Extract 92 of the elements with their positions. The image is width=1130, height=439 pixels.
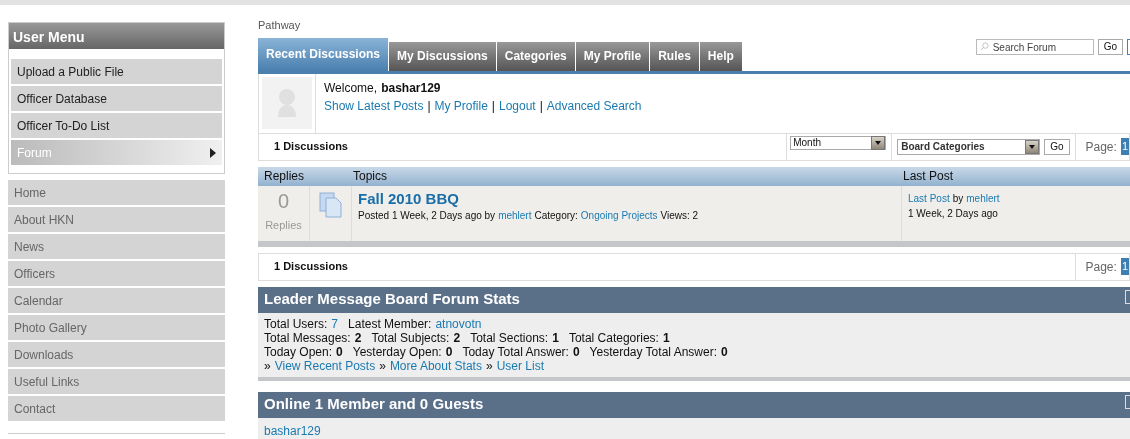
page-button[interactable]: 1 [1120, 138, 1129, 155]
member-link[interactable]: bashar129 [264, 421, 321, 439]
stats-link[interactable]: User List [496, 358, 544, 373]
dropdown-caret-icon [871, 135, 886, 150]
user-menu-item[interactable]: Upload a Public File [11, 59, 222, 84]
category-label: Category: [534, 209, 578, 224]
by-text: by [952, 191, 964, 206]
author-link[interactable]: mehlert [498, 208, 532, 224]
views-text: Views: 2 [660, 209, 699, 224]
user-menu-item[interactable]: Officer Database [11, 86, 222, 111]
user-menu-title: User Menu [9, 23, 224, 49]
column-header: Topics [353, 168, 388, 185]
last-post-link[interactable]: Last Post [908, 190, 950, 206]
reply-count: 0 [277, 190, 290, 211]
tab[interactable]: Help [699, 41, 742, 71]
tab[interactable]: My Discussions [389, 41, 496, 71]
stat-label: Total Sections: [470, 330, 549, 345]
separator: | [427, 97, 431, 115]
user-link[interactable]: Show Latest Posts [324, 96, 424, 115]
stat-value: 0 [721, 344, 728, 359]
breadcrumb: Pathway [258, 18, 302, 33]
nav-item[interactable]: Officers [8, 261, 225, 286]
nav-item[interactable]: Calendar [8, 288, 225, 313]
stat-label: Latest Member: [348, 316, 432, 331]
stat-label: Today Total Answer: [462, 344, 569, 359]
tab[interactable]: Categories [496, 41, 575, 71]
topic-title[interactable]: Fall 2010 BBQ [358, 189, 901, 209]
link-bullet: » [379, 358, 386, 373]
user-link[interactable]: Logout [499, 96, 536, 115]
page-button[interactable]: 1 [1120, 258, 1129, 275]
collapse-icon[interactable] [1125, 289, 1130, 304]
welcome-text: Welcome, [324, 79, 378, 97]
input-edge [1127, 38, 1130, 55]
username: bashar129 [381, 79, 441, 97]
stat-link[interactable]: atnovotn [435, 316, 482, 331]
page-label: Page: [1085, 138, 1117, 156]
user-link[interactable]: Advanced Search [546, 96, 642, 115]
nav-item[interactable]: About HKN [8, 207, 225, 232]
nav-item[interactable]: Contact [8, 396, 225, 421]
stat-value: 1 [552, 330, 559, 345]
stats-title: Leader Message Board Forum Stats [264, 289, 520, 310]
user-menu-item[interactable]: Officer To-Do List [11, 113, 222, 138]
nav-item[interactable]: News [8, 234, 225, 259]
stats-link[interactable]: More About Stats [389, 358, 482, 373]
column-header: Last Post [903, 168, 954, 185]
collapse-icon[interactable] [1125, 394, 1130, 409]
right-arrow-icon [210, 147, 216, 158]
last-post-time: 1 Week, 2 Days ago [908, 206, 999, 221]
stat-label: Yesterday Total Answer: [589, 344, 717, 359]
author-link[interactable]: mehlert [966, 190, 1000, 206]
documents-icon [318, 191, 343, 218]
posted-text: Posted 1 Week, 2 Days ago by [358, 209, 496, 224]
stat-label: Yesterday Open: [352, 344, 442, 359]
stat-label: Total Categories: [568, 330, 659, 345]
discussion-count: 1 Discussions [273, 259, 349, 275]
column-header: Replies [263, 168, 306, 185]
nav-item[interactable]: Photo Gallery [8, 315, 225, 340]
stat-value: 0 [445, 344, 453, 359]
stat-value: 0 [336, 344, 343, 359]
separator: | [491, 97, 495, 115]
stat-link[interactable]: 7 [331, 316, 339, 331]
search-icon [979, 41, 989, 51]
nav-item[interactable]: Downloads [8, 342, 225, 367]
stat-label: Total Users: [264, 316, 328, 331]
search-go-button[interactable]: Go [1097, 38, 1123, 55]
stat-value: 2 [354, 330, 362, 345]
separator: | [539, 97, 543, 115]
online-title: Online 1 Member and 0 Guests [264, 394, 484, 415]
stat-value: 0 [572, 344, 580, 359]
stat-label: Today Open: [264, 344, 333, 359]
replies-label: Replies [265, 217, 302, 233]
category-dropdown[interactable]: Board Categories [897, 138, 1041, 155]
tab[interactable]: Rules [650, 41, 699, 71]
tab[interactable]: Recent Discussions [258, 37, 389, 71]
stat-value: 2 [453, 330, 461, 345]
link-bullet: » [485, 358, 493, 373]
user-link[interactable]: My Profile [434, 96, 488, 115]
page-label: Page: [1085, 258, 1117, 276]
stats-link[interactable]: View Recent Posts [274, 358, 376, 373]
nav-item[interactable]: Useful Links [8, 369, 225, 394]
filter-go-button[interactable]: Go [1044, 138, 1070, 155]
stat-value: 1 [662, 330, 670, 345]
stat-label: Total Subjects: [371, 330, 450, 345]
dropdown-caret-icon [1025, 139, 1040, 154]
link-bullet: » [264, 358, 271, 373]
tab[interactable]: My Profile [575, 41, 650, 71]
nav-item[interactable]: Home [8, 180, 225, 205]
period-dropdown[interactable]: Month [790, 135, 887, 150]
discussion-count: 1 Discussions [273, 139, 349, 155]
search-field[interactable]: Search Forum [975, 39, 1094, 55]
stat-label: Total Messages: [264, 330, 351, 345]
category-link[interactable]: Ongoing Projects [580, 208, 658, 224]
